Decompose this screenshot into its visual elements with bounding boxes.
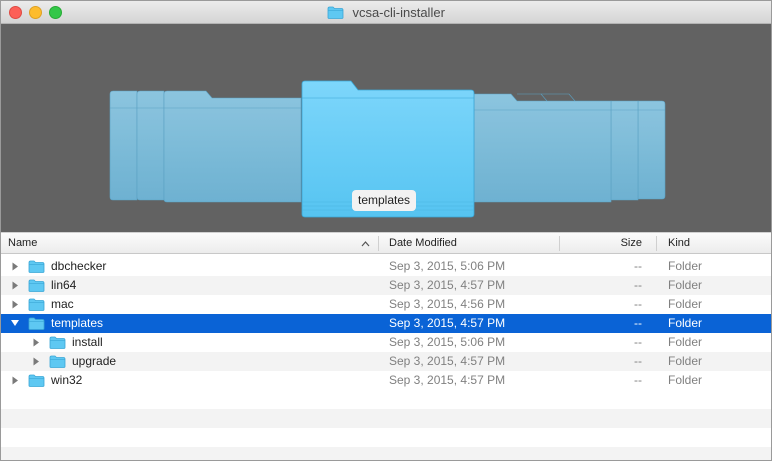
disclosure-right-icon[interactable]: [9, 371, 21, 390]
file-name[interactable]: templates: [51, 314, 103, 333]
disclosure-right-icon[interactable]: [9, 295, 21, 314]
column-name-header[interactable]: Name: [8, 233, 37, 254]
file-size: --: [634, 259, 642, 273]
disclosure-down-icon[interactable]: [9, 314, 21, 333]
file-size: --: [634, 354, 642, 368]
file-name[interactable]: mac: [51, 295, 74, 314]
folder-cover-right: [473, 93, 666, 203]
file-kind: Folder: [668, 316, 703, 330]
folder-icon: [49, 355, 66, 368]
file-size: --: [634, 297, 642, 311]
file-name[interactable]: lin64: [51, 276, 76, 295]
file-size: --: [634, 316, 642, 330]
file-row[interactable]: win32 Sep 3, 2015, 4:57 PM -- Folder: [1, 371, 771, 390]
file-kind: Folder: [668, 297, 703, 311]
cover-flow-view[interactable]: templates: [1, 24, 771, 232]
folder-cover-left: [109, 90, 302, 203]
file-size: --: [634, 373, 642, 387]
file-kind: Folder: [668, 278, 703, 292]
file-name[interactable]: dbchecker: [51, 257, 106, 276]
file-size: --: [634, 335, 642, 349]
folder-icon: [49, 336, 66, 349]
sort-ascending-icon: [361, 233, 370, 254]
file-kind: Folder: [668, 373, 703, 387]
folder-icon: [28, 317, 45, 330]
column-size-header[interactable]: Size: [601, 233, 642, 254]
date-modified: Sep 3, 2015, 4:57 PM: [389, 278, 506, 292]
disclosure-right-icon[interactable]: [9, 276, 21, 295]
file-size: --: [634, 278, 642, 292]
file-name[interactable]: win32: [51, 371, 82, 390]
column-divider[interactable]: [559, 236, 560, 251]
folder-icon: [327, 6, 344, 20]
file-kind: Folder: [668, 335, 703, 349]
column-date-header[interactable]: Date Modified: [389, 233, 457, 254]
file-row[interactable]: install Sep 3, 2015, 5:06 PM -- Folder: [1, 333, 771, 352]
file-name[interactable]: upgrade: [72, 352, 116, 371]
cover-flow-label: templates: [352, 190, 417, 211]
disclosure-right-icon[interactable]: [30, 333, 42, 352]
folder-icon: [28, 260, 45, 273]
finder-window: vcsa-cli-installer templates Name Date M…: [0, 0, 772, 461]
folder-icon: [28, 298, 45, 311]
folder-icon: [28, 374, 45, 387]
file-row[interactable]: upgrade Sep 3, 2015, 4:57 PM -- Folder: [1, 352, 771, 371]
file-row[interactable]: lin64 Sep 3, 2015, 4:57 PM -- Folder: [1, 276, 771, 295]
disclosure-right-icon[interactable]: [30, 352, 42, 371]
date-modified: Sep 3, 2015, 4:57 PM: [389, 373, 506, 387]
file-list: dbchecker Sep 3, 2015, 5:06 PM -- Folder lin…: [1, 257, 771, 390]
file-row[interactable]: dbchecker Sep 3, 2015, 5:06 PM -- Folder: [1, 257, 771, 276]
file-row[interactable]: mac Sep 3, 2015, 4:56 PM -- Folder: [1, 295, 771, 314]
date-modified: Sep 3, 2015, 4:56 PM: [389, 297, 506, 311]
window-title: vcsa-cli-installer: [352, 5, 445, 21]
file-kind: Folder: [668, 259, 703, 273]
empty-list-area: [1, 390, 771, 460]
date-modified: Sep 3, 2015, 5:06 PM: [389, 259, 506, 273]
file-row[interactable]: templates Sep 3, 2015, 4:57 PM -- Folder: [1, 314, 771, 333]
file-kind: Folder: [668, 354, 703, 368]
date-modified: Sep 3, 2015, 5:06 PM: [389, 335, 506, 349]
date-modified: Sep 3, 2015, 4:57 PM: [389, 354, 506, 368]
column-divider[interactable]: [378, 236, 379, 251]
disclosure-right-icon[interactable]: [9, 257, 21, 276]
file-name[interactable]: install: [72, 333, 103, 352]
date-modified: Sep 3, 2015, 4:57 PM: [389, 316, 506, 330]
column-divider[interactable]: [656, 236, 657, 251]
folder-icon: [28, 279, 45, 292]
title-bar[interactable]: vcsa-cli-installer: [1, 1, 771, 24]
column-kind-header[interactable]: Kind: [668, 233, 690, 254]
column-header: Name Date Modified Size Kind: [1, 232, 771, 254]
